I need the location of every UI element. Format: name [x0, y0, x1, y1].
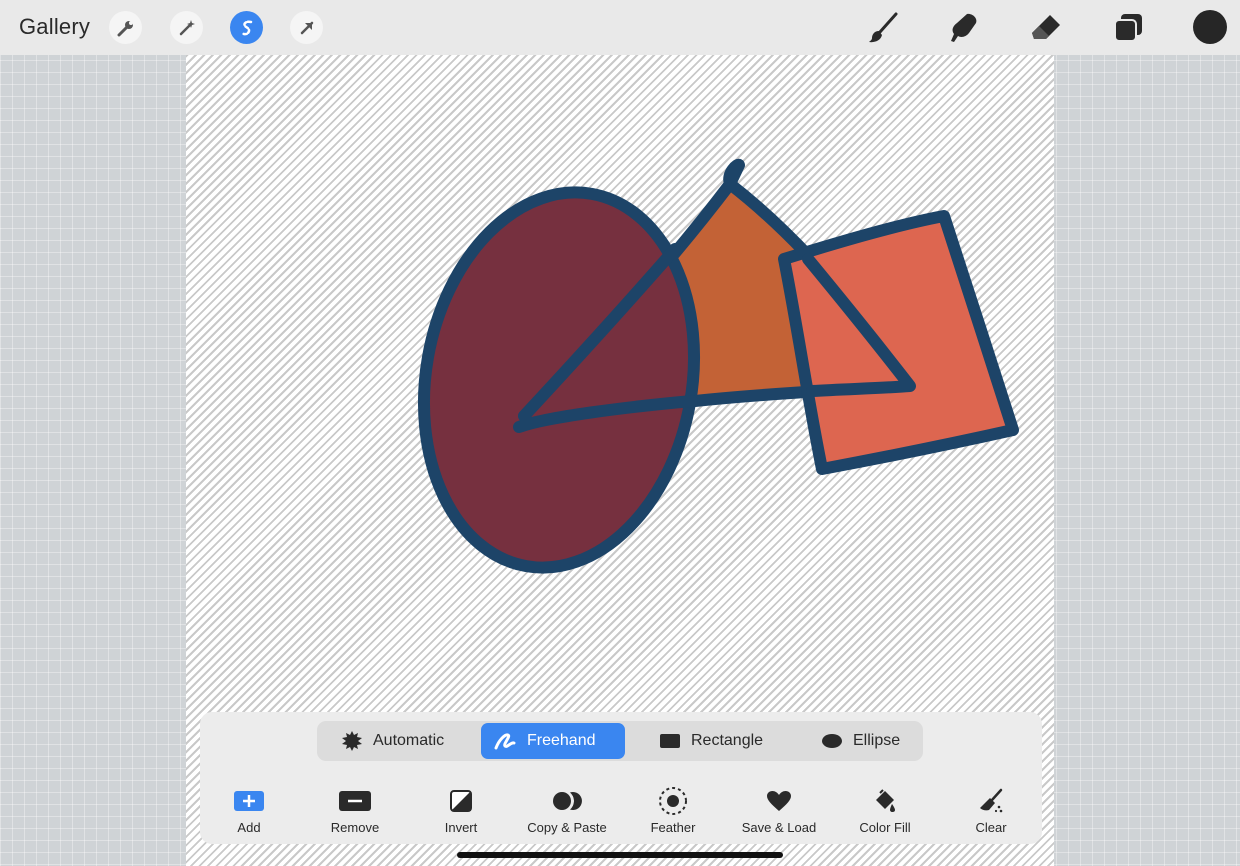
layers-icon[interactable]	[1110, 10, 1146, 46]
broom-icon	[980, 788, 1003, 813]
invert-label: Invert	[444, 820, 478, 835]
feather-button[interactable]: Feather	[623, 787, 723, 835]
automatic-starburst-icon	[342, 731, 362, 751]
feather-label: Feather	[650, 820, 696, 835]
color-fill-label: Color Fill	[859, 820, 911, 835]
smudge-icon[interactable]	[946, 10, 982, 46]
selection-mode-bar: Automatic Freehand Rectangle Ellipse	[317, 721, 923, 761]
paint-bucket-icon	[876, 789, 895, 812]
invert-icon	[450, 790, 472, 812]
color-swatch-button[interactable]	[1193, 10, 1227, 44]
mode-rectangle[interactable]: Rectangle	[647, 723, 787, 759]
wrench-icon[interactable]	[109, 11, 142, 44]
save-load-label: Save & Load	[741, 820, 817, 835]
brush-icon[interactable]	[865, 10, 901, 46]
freehand-scribble-icon	[494, 733, 516, 750]
mode-automatic[interactable]: Automatic	[329, 723, 479, 759]
mode-label: Rectangle	[691, 732, 764, 749]
copy-paste-label: Copy & Paste	[527, 820, 607, 835]
home-indicator[interactable]	[457, 852, 783, 858]
eraser-icon[interactable]	[1028, 10, 1064, 46]
square-shape	[778, 210, 1019, 475]
save-load-button[interactable]: Save & Load	[729, 788, 829, 835]
color-fill-button[interactable]: Color Fill	[835, 788, 935, 835]
copy-paste-icon	[553, 792, 582, 810]
invert-button[interactable]: Invert	[411, 788, 511, 835]
mode-label: Ellipse	[853, 732, 901, 749]
mode-ellipse[interactable]: Ellipse	[809, 723, 921, 759]
selection-icon[interactable]	[230, 11, 263, 44]
mode-label: Automatic	[373, 732, 445, 749]
remove-button[interactable]: Remove	[305, 788, 405, 835]
top-toolbar: Gallery	[0, 0, 1240, 55]
gallery-button[interactable]: Gallery	[19, 14, 90, 40]
clear-label: Clear	[975, 820, 1007, 835]
clear-button[interactable]: Clear	[941, 788, 1041, 835]
selection-panel: Automatic Freehand Rectangle Ellipse Add…	[200, 712, 1042, 844]
plus-icon	[234, 791, 264, 811]
magic-wand-icon[interactable]	[170, 11, 203, 44]
feather-icon	[659, 787, 687, 815]
minus-icon	[339, 791, 371, 811]
mode-freehand[interactable]: Freehand	[481, 723, 625, 759]
ellipse-icon	[822, 734, 842, 748]
heart-icon	[767, 791, 791, 811]
add-button[interactable]: Add	[199, 788, 299, 835]
add-label: Add	[237, 820, 261, 835]
remove-label: Remove	[330, 820, 380, 835]
rectangle-icon	[660, 734, 680, 748]
copy-paste-button[interactable]: Copy & Paste	[517, 788, 617, 835]
mode-label: Freehand	[527, 732, 596, 749]
transform-arrow-icon[interactable]	[290, 11, 323, 44]
